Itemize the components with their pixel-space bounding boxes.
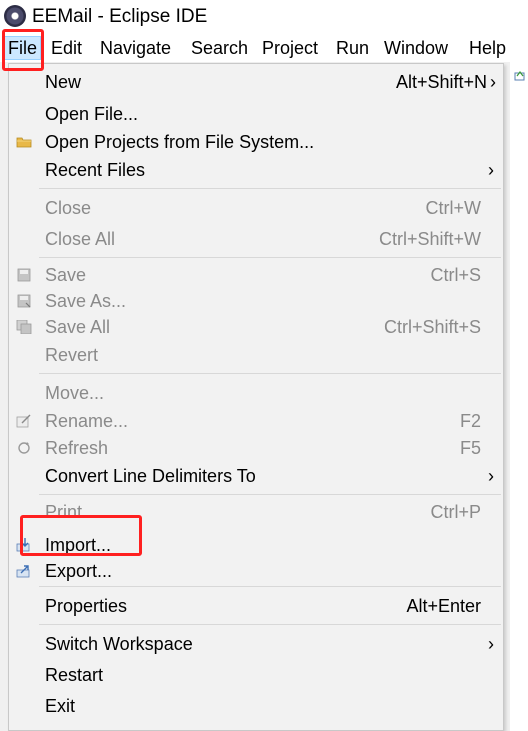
annotation-highlight-file: [2, 29, 44, 71]
menu-separator: [39, 188, 501, 189]
menu-item-close[interactable]: Close Ctrl+W: [9, 195, 503, 221]
menu-item-revert[interactable]: Revert: [9, 342, 503, 368]
menu-item-save[interactable]: Save Ctrl+S: [9, 262, 503, 288]
menu-help[interactable]: Help: [469, 37, 506, 59]
menu-item-shortcut: Alt+Enter: [406, 596, 481, 616]
menu-bar: File Edit Navigate Search Project Run Wi…: [0, 34, 528, 62]
menu-item-close-all[interactable]: Close All Ctrl+Shift+W: [9, 226, 503, 252]
menu-item-rename[interactable]: Rename... F2: [9, 408, 503, 434]
menu-item-label: Revert: [45, 345, 99, 365]
menu-item-properties[interactable]: Properties Alt+Enter: [9, 593, 503, 619]
toolbar-strip: [510, 62, 528, 731]
folder-icon: [16, 137, 32, 148]
menu-item-recent-files[interactable]: Recent Files ›: [9, 157, 503, 183]
menu-item-shortcut: Alt+Shift+N: [395, 72, 487, 92]
menu-item-label: Switch Workspace: [45, 634, 193, 654]
menu-item-label: Restart: [45, 665, 104, 685]
file-menu-dropdown: New Alt+Shift+N › Open File... Open Proj…: [8, 63, 504, 731]
menu-item-open-projects[interactable]: Open Projects from File System...: [9, 129, 503, 155]
menu-item-label: Recent Files: [45, 160, 146, 180]
menu-item-label: Refresh: [45, 438, 109, 458]
menu-item-label: Close: [45, 198, 92, 218]
menu-separator: [39, 373, 501, 374]
menu-item-shortcut: F2: [459, 411, 481, 431]
menu-navigate[interactable]: Navigate: [100, 37, 171, 59]
menu-item-restart[interactable]: Restart: [9, 662, 503, 688]
menu-edit[interactable]: Edit: [51, 37, 82, 59]
export-icon: [16, 565, 30, 578]
menu-separator: [39, 624, 501, 625]
annotation-highlight-import: [20, 515, 142, 556]
menu-separator: [39, 586, 501, 587]
menu-item-shortcut: Ctrl+S: [430, 265, 481, 285]
menu-item-exit[interactable]: Exit: [9, 693, 503, 719]
menu-item-label: Exit: [45, 696, 76, 716]
menu-item-label: Move...: [45, 383, 105, 403]
menu-item-shortcut: Ctrl+W: [425, 198, 482, 218]
save-all-icon: [16, 320, 32, 334]
menu-separator: [39, 257, 501, 258]
save-icon: [17, 268, 31, 282]
menu-search[interactable]: Search: [191, 37, 248, 59]
toolbar-icon[interactable]: [514, 70, 526, 82]
menu-item-label: Properties: [45, 596, 128, 616]
title-bar: EEMail - Eclipse IDE: [0, 0, 528, 34]
rename-icon: [16, 414, 31, 428]
menu-item-label: Close All: [45, 229, 116, 249]
menu-item-label: New: [45, 72, 82, 92]
eclipse-logo-icon: [4, 5, 26, 27]
menu-item-label: Open Projects from File System...: [45, 132, 315, 152]
chevron-right-icon: ›: [490, 72, 496, 92]
menu-item-label: Rename...: [45, 411, 129, 431]
chevron-right-icon: ›: [488, 466, 494, 486]
menu-separator: [39, 494, 501, 495]
menu-item-open-file[interactable]: Open File...: [9, 101, 503, 127]
chevron-right-icon: ›: [488, 634, 494, 654]
menu-item-export[interactable]: Export...: [9, 558, 503, 584]
menu-item-new[interactable]: New Alt+Shift+N ›: [9, 69, 503, 95]
chevron-right-icon: ›: [488, 160, 494, 180]
menu-item-save-all[interactable]: Save All Ctrl+Shift+S: [9, 314, 503, 340]
menu-item-label: Export...: [45, 561, 113, 581]
menu-item-shortcut: Ctrl+Shift+S: [383, 317, 481, 337]
menu-item-convert-line-delimiters[interactable]: Convert Line Delimiters To ›: [9, 463, 503, 489]
menu-run[interactable]: Run: [336, 37, 369, 59]
menu-item-label: Save: [45, 265, 87, 285]
menu-project[interactable]: Project: [262, 37, 318, 59]
menu-window[interactable]: Window: [384, 37, 448, 59]
menu-item-save-as[interactable]: Save As...: [9, 288, 503, 314]
menu-item-shortcut: F5: [459, 438, 481, 458]
window-title: EEMail - Eclipse IDE: [32, 6, 208, 27]
menu-item-shortcut: Ctrl+P: [430, 502, 481, 522]
menu-item-label: Convert Line Delimiters To: [45, 466, 256, 486]
menu-item-switch-workspace[interactable]: Switch Workspace ›: [9, 631, 503, 657]
save-as-icon: [17, 294, 31, 308]
menu-item-refresh[interactable]: Refresh F5: [9, 435, 503, 461]
menu-item-label: Save All: [45, 317, 111, 337]
refresh-icon: [18, 442, 30, 454]
menu-item-move[interactable]: Move...: [9, 380, 503, 406]
menu-item-label: Open File...: [45, 104, 139, 124]
menu-item-shortcut: Ctrl+Shift+W: [378, 229, 481, 249]
menu-item-label: Save As...: [45, 291, 127, 311]
